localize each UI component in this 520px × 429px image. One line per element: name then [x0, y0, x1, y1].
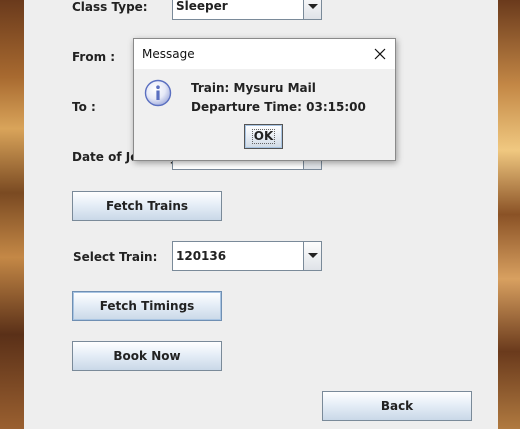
- chevron-down-icon[interactable]: [303, 242, 321, 270]
- background-image-left: [0, 0, 24, 429]
- background-image-right: [498, 0, 520, 429]
- back-button[interactable]: Back: [322, 391, 472, 421]
- book-now-button[interactable]: Book Now: [72, 341, 222, 371]
- from-label: From :: [72, 50, 116, 64]
- select-train-label: Select Train:: [73, 250, 158, 264]
- fetch-trains-button[interactable]: Fetch Trains: [72, 191, 222, 221]
- close-icon[interactable]: [365, 39, 395, 69]
- class-type-label: Class Type:: [72, 0, 148, 14]
- dialog-message-departure: Departure Time: 03:15:00: [191, 100, 366, 114]
- ok-button-label: OK: [251, 129, 276, 144]
- select-train-value: 120136: [176, 249, 227, 263]
- dialog-message-train: Train: Mysuru Mail: [191, 81, 316, 95]
- message-dialog: Message Train: Mysuru Mail Departure Tim…: [133, 38, 396, 161]
- chevron-down-icon[interactable]: [303, 0, 321, 19]
- ok-button[interactable]: OK: [244, 124, 283, 149]
- to-label: To :: [72, 100, 96, 114]
- fetch-timings-button[interactable]: Fetch Timings: [72, 291, 222, 321]
- class-type-select[interactable]: Sleeper: [172, 0, 322, 20]
- dialog-title: Message: [142, 47, 195, 61]
- info-icon: [144, 79, 172, 107]
- select-train-select[interactable]: 120136: [172, 241, 322, 271]
- class-type-value: Sleeper: [176, 0, 228, 13]
- dialog-titlebar[interactable]: Message: [134, 39, 395, 69]
